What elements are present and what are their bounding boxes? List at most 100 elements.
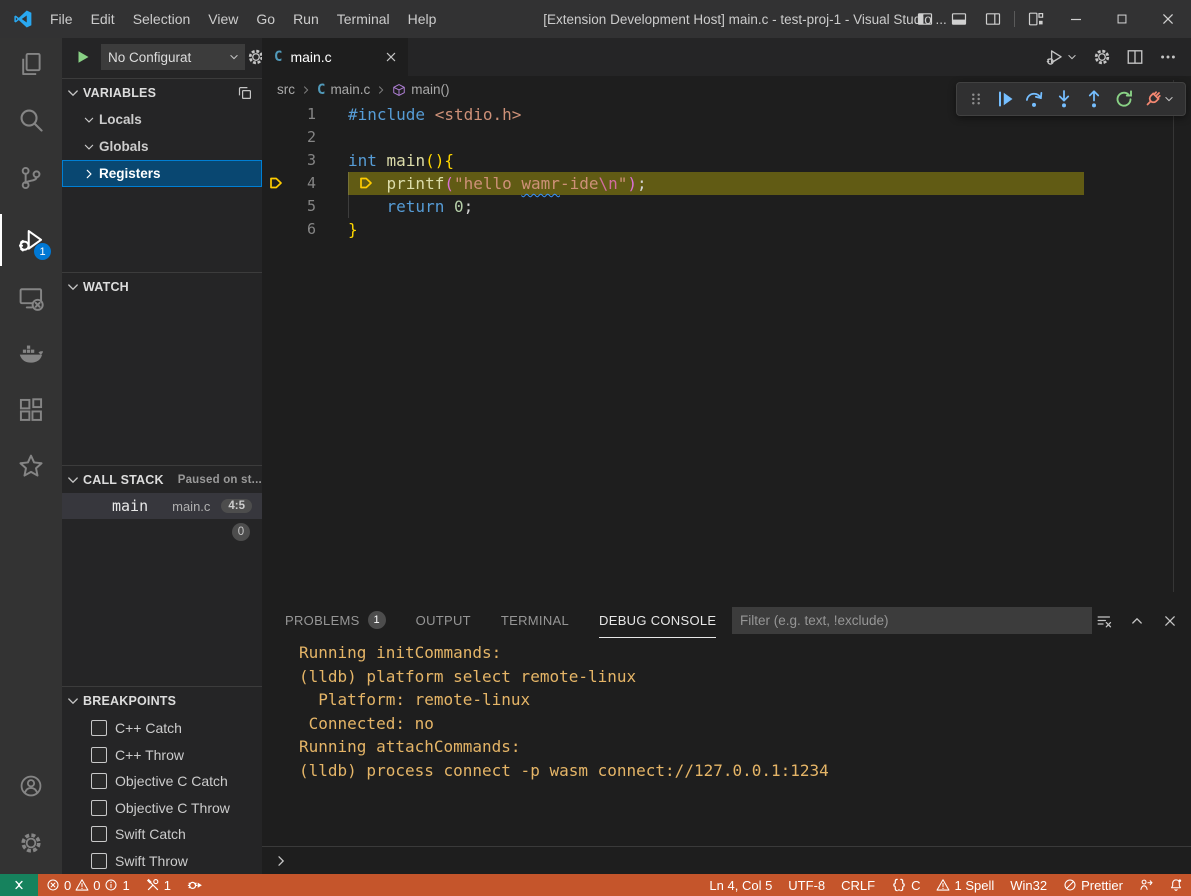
- remote-indicator[interactable]: [0, 874, 38, 896]
- activity-item-accounts[interactable]: [0, 760, 62, 812]
- configure-gear-icon[interactable]: [247, 48, 262, 66]
- debug-console-output[interactable]: Running initCommands:(lldb) platform sel…: [262, 638, 1191, 782]
- layout-panel-icon: [951, 11, 967, 27]
- console-line: Platform: remote-linux: [262, 688, 1191, 712]
- breakpoint-checkbox[interactable]: [91, 747, 107, 763]
- clear-console-icon[interactable]: [1096, 613, 1112, 629]
- split-editor-icon[interactable]: [1126, 48, 1144, 66]
- status-language-mode[interactable]: C: [883, 874, 928, 896]
- breadcrumb-symbol[interactable]: main(): [411, 82, 449, 97]
- close-panel-icon[interactable]: [1162, 613, 1178, 629]
- breakpoint-swift-throw[interactable]: Swift Throw: [62, 848, 262, 874]
- panel-tab-problems[interactable]: PROBLEMS1: [285, 604, 386, 638]
- start-debugging-icon[interactable]: [75, 49, 91, 65]
- activity-item-favorites[interactable]: [0, 440, 62, 492]
- activity-item-manage[interactable]: [0, 817, 62, 869]
- breakpoint-objective-c-throw[interactable]: Objective C Throw: [62, 795, 262, 821]
- breadcrumb-folder[interactable]: src: [277, 82, 295, 97]
- breakpoint-c-catch[interactable]: C++ Catch: [62, 715, 262, 741]
- variables-scope-registers[interactable]: Registers: [62, 160, 262, 187]
- variables-scope-locals[interactable]: Locals: [62, 106, 262, 133]
- status-encoding[interactable]: UTF-8: [780, 874, 833, 896]
- status-platform[interactable]: Win32: [1002, 874, 1055, 896]
- activity-item-explorer[interactable]: [0, 38, 62, 90]
- watch-section-header[interactable]: WATCH: [62, 274, 262, 300]
- activity-item-source-control[interactable]: [0, 152, 62, 204]
- breakpoint-checkbox[interactable]: [91, 800, 107, 816]
- code-line-6[interactable]: 6}: [262, 218, 1191, 241]
- close-window-button[interactable]: [1145, 0, 1191, 38]
- status-formatter[interactable]: Prettier: [1055, 874, 1131, 896]
- customize-layout-button[interactable]: [1019, 0, 1053, 38]
- code-line-2[interactable]: 2: [262, 126, 1191, 149]
- menu-view[interactable]: View: [199, 0, 247, 38]
- panel-tab-debug-console[interactable]: DEBUG CONSOLE: [599, 604, 716, 638]
- code-line-4[interactable]: 4 printf("hello wamr-ide\n");: [262, 172, 1191, 195]
- debug-configuration-select[interactable]: No Configurat: [101, 44, 245, 70]
- maximize-button[interactable]: [1099, 0, 1145, 38]
- step-out-icon[interactable]: [1084, 89, 1104, 109]
- gear-icon[interactable]: [1093, 48, 1111, 66]
- menu-file[interactable]: File: [41, 0, 82, 38]
- menu-bar: FileEditSelectionViewGoRunTerminalHelp: [41, 0, 445, 38]
- breakpoint-c-throw[interactable]: C++ Throw: [62, 742, 262, 768]
- toggle-panel-button[interactable]: [942, 0, 976, 38]
- disconnect-button[interactable]: [1143, 89, 1175, 109]
- activity-item-extensions[interactable]: [0, 384, 62, 436]
- call-stack-frame[interactable]: mainmain.c4:5: [62, 493, 262, 519]
- tools-status[interactable]: 1: [138, 874, 179, 896]
- breakpoint-checkbox[interactable]: [91, 773, 107, 789]
- editor-scrollbar[interactable]: [1173, 80, 1174, 592]
- problems-status[interactable]: 0 0 1: [38, 874, 138, 896]
- breakpoint-objective-c-catch[interactable]: Objective C Catch: [62, 768, 262, 794]
- console-filter-input[interactable]: [732, 607, 1092, 634]
- variables-section-header[interactable]: VARIABLES: [62, 80, 262, 106]
- menu-selection[interactable]: Selection: [124, 0, 200, 38]
- panel-tab-output[interactable]: OUTPUT: [416, 604, 471, 638]
- debug-console-icon: [187, 877, 203, 893]
- debug-quick-access[interactable]: [179, 874, 211, 896]
- status-spell-status[interactable]: 1 Spell: [928, 874, 1002, 896]
- step-over-icon[interactable]: [1024, 89, 1044, 109]
- close-tab-icon[interactable]: [384, 50, 398, 64]
- status-eol[interactable]: CRLF: [833, 874, 883, 896]
- step-into-icon[interactable]: [1054, 89, 1074, 109]
- breadcrumb-file[interactable]: main.c: [330, 82, 370, 97]
- menu-terminal[interactable]: Terminal: [328, 0, 399, 38]
- code-line-5[interactable]: 5 return 0;: [262, 195, 1191, 218]
- more-actions-icon[interactable]: [1159, 48, 1177, 66]
- activity-item-run-and-debug[interactable]: 1: [0, 214, 62, 266]
- status-cursor-position[interactable]: Ln 4, Col 5: [701, 874, 780, 896]
- menu-help[interactable]: Help: [399, 0, 446, 38]
- status-notifications[interactable]: [1161, 874, 1191, 896]
- menu-run[interactable]: Run: [284, 0, 328, 38]
- copy-icon[interactable]: [237, 85, 253, 101]
- maximize-panel-chevron-up-icon[interactable]: [1129, 613, 1145, 629]
- debug-console-input[interactable]: [262, 846, 1191, 874]
- menu-go[interactable]: Go: [247, 0, 284, 38]
- call-stack-section-header[interactable]: CALL STACK Paused on st...: [62, 467, 262, 493]
- status-cursor-position-label: Ln 4, Col 5: [709, 878, 772, 893]
- code-line-3[interactable]: 3int main(){: [262, 149, 1191, 172]
- breakpoint-checkbox[interactable]: [91, 720, 107, 736]
- variables-scope-globals[interactable]: Globals: [62, 133, 262, 160]
- breakpoint-checkbox[interactable]: [91, 826, 107, 842]
- activity-item-remote-explorer[interactable]: [0, 272, 62, 324]
- breakpoints-section-header[interactable]: BREAKPOINTS: [62, 688, 262, 714]
- gripper-icon[interactable]: [967, 90, 985, 108]
- toggle-primary-sidebar-button[interactable]: [908, 0, 942, 38]
- minimize-button[interactable]: [1053, 0, 1099, 38]
- menu-edit[interactable]: Edit: [82, 0, 124, 38]
- activity-item-docker[interactable]: [0, 328, 62, 380]
- restart-icon[interactable]: [1114, 89, 1134, 109]
- run-or-debug-button[interactable]: [1046, 48, 1078, 66]
- tab-main-c[interactable]: C main.c: [262, 38, 408, 76]
- continue-icon[interactable]: [995, 89, 1015, 109]
- call-stack-extra-row[interactable]: 0: [62, 519, 262, 545]
- activity-item-search[interactable]: [0, 94, 62, 146]
- status-feedback[interactable]: [1131, 874, 1161, 896]
- breakpoint-swift-catch[interactable]: Swift Catch: [62, 821, 262, 847]
- breakpoint-checkbox[interactable]: [91, 853, 107, 869]
- toggle-secondary-sidebar-button[interactable]: [976, 0, 1010, 38]
- panel-tab-terminal[interactable]: TERMINAL: [501, 604, 569, 638]
